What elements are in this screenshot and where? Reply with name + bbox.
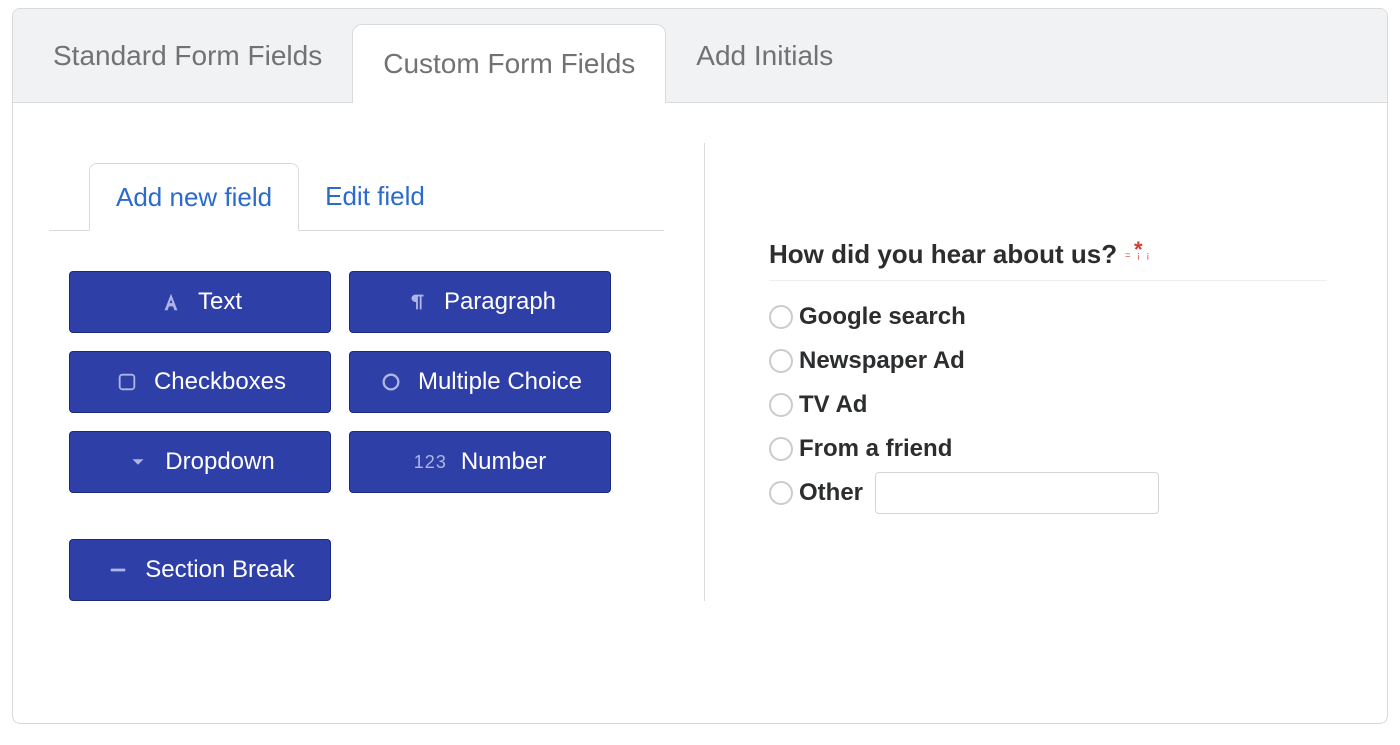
field-type-label: Multiple Choice <box>418 368 582 396</box>
field-type-text-button[interactable]: Text <box>69 271 331 333</box>
question-options: Google search Newspaper Ad TV Ad From a … <box>769 295 1327 515</box>
radio-button[interactable] <box>769 437 793 461</box>
field-type-grid: Text Paragraph Checkboxes <box>69 271 617 493</box>
field-type-multiple-choice-button[interactable]: Multiple Choice <box>349 351 611 413</box>
radio-button[interactable] <box>769 393 793 417</box>
field-type-label: Section Break <box>145 556 294 584</box>
tab-standard-form-fields[interactable]: Standard Form Fields <box>13 9 352 102</box>
subtab-add-new-field[interactable]: Add new field <box>89 163 299 231</box>
underline-dots-icon: = ¡ ¡ <box>1125 251 1151 260</box>
required-indicator: * = ¡ ¡ <box>1125 239 1151 260</box>
option-row: Newspaper Ad <box>769 339 1327 383</box>
chevron-down-icon <box>125 449 151 475</box>
radio-icon <box>378 369 404 395</box>
field-type-label: Dropdown <box>165 448 274 476</box>
field-type-label: Text <box>198 288 242 316</box>
option-row-other: Other <box>769 471 1327 515</box>
option-label: Newspaper Ad <box>799 347 965 375</box>
field-type-paragraph-button[interactable]: Paragraph <box>349 271 611 333</box>
field-type-label: Paragraph <box>444 288 556 316</box>
add-field-column: Add new field Edit field Text <box>69 143 705 601</box>
radio-button[interactable] <box>769 481 793 505</box>
text-icon <box>158 289 184 315</box>
top-tab-bar: Standard Form Fields Custom Form Fields … <box>13 9 1387 103</box>
checkbox-icon <box>114 369 140 395</box>
option-row: Google search <box>769 295 1327 339</box>
option-label: TV Ad <box>799 391 867 419</box>
option-row: From a friend <box>769 427 1327 471</box>
number-icon: 123 <box>414 452 447 473</box>
field-type-section-break-button[interactable]: Section Break <box>69 539 331 601</box>
field-preview-column: How did you hear about us? * = ¡ ¡ Googl… <box>705 143 1327 601</box>
subtab-edit-field[interactable]: Edit field <box>299 162 451 230</box>
field-type-label: Checkboxes <box>154 368 286 396</box>
sub-tab-bar: Add new field Edit field <box>49 153 664 231</box>
field-type-number-button[interactable]: 123 Number <box>349 431 611 493</box>
tab-add-initials[interactable]: Add Initials <box>666 9 863 102</box>
question-header: How did you hear about us? * = ¡ ¡ <box>769 239 1327 281</box>
paragraph-icon <box>404 289 430 315</box>
radio-button[interactable] <box>769 305 793 329</box>
other-text-input[interactable] <box>875 472 1159 514</box>
field-type-label: Number <box>461 448 546 476</box>
option-row: TV Ad <box>769 383 1327 427</box>
tab-custom-form-fields[interactable]: Custom Form Fields <box>352 24 666 103</box>
field-type-checkboxes-button[interactable]: Checkboxes <box>69 351 331 413</box>
option-label: Google search <box>799 303 966 331</box>
minus-icon <box>105 557 131 583</box>
option-label: Other <box>799 479 863 507</box>
radio-button[interactable] <box>769 349 793 373</box>
field-type-dropdown-button[interactable]: Dropdown <box>69 431 331 493</box>
question-label: How did you hear about us? <box>769 239 1117 270</box>
option-label: From a friend <box>799 435 952 463</box>
form-builder-panel: Standard Form Fields Custom Form Fields … <box>12 8 1388 724</box>
